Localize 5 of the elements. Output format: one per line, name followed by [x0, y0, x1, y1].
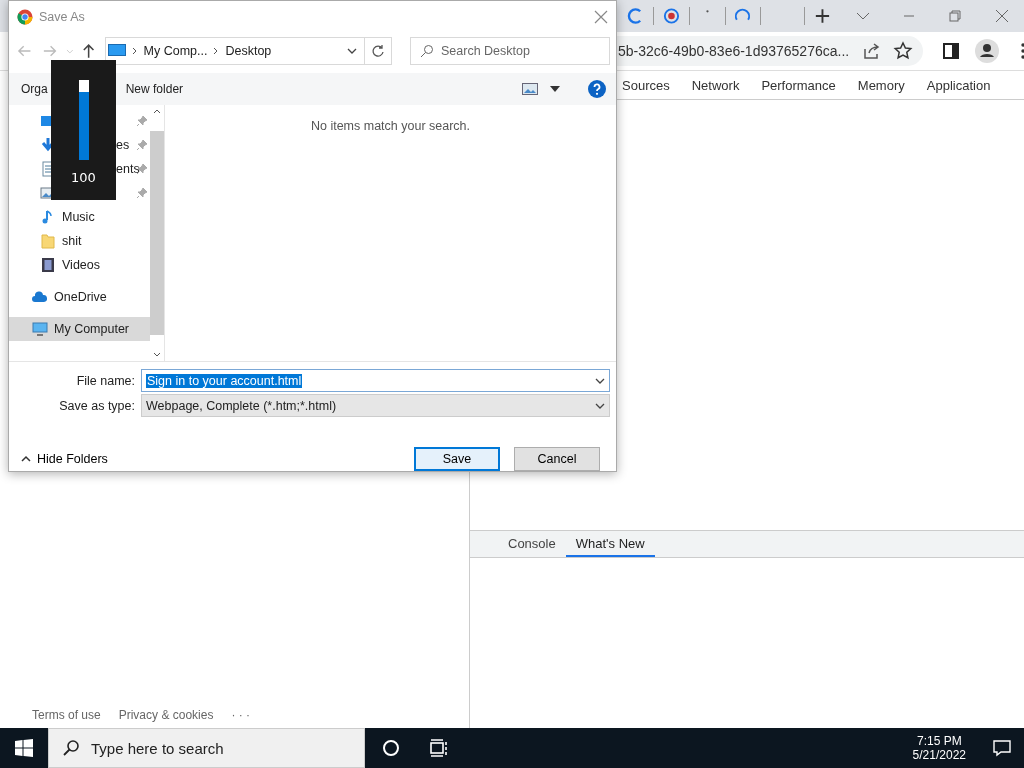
volume-reading: 100 [71, 170, 96, 185]
window-title: Save As [39, 10, 85, 24]
field-label: Save as type: [58, 398, 135, 413]
field-label: File name: [75, 373, 135, 388]
empty-message: No items match your search. [310, 119, 471, 135]
